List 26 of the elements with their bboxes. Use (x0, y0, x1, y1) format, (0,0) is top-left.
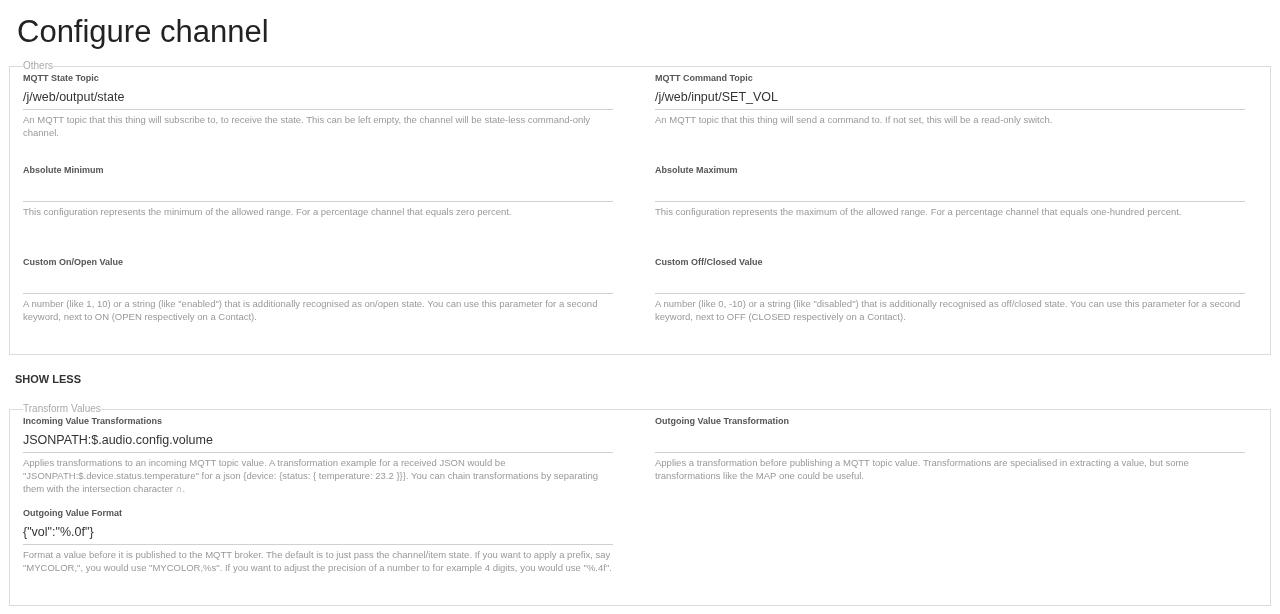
fieldset-legend: Transform Values (23, 403, 101, 415)
input-field[interactable]: JSONPATH:$.audio.config.volume (23, 427, 613, 453)
field-description: This configuration represents the minimum of the allowed range. For a percentage channel that equals zero percent. (23, 205, 513, 218)
field-description: Format a value before it is published to the MQTT broker. The default is to just pass the channel/item state. If you want to apply a prefix, say "MYCOLOR,", you would use "MYCOLOR,%s". If you want to adjust the precision of a number to for example 4 digits, you would use "%.4f". (23, 548, 613, 574)
field-label: Outgoing Value Format (23, 507, 122, 519)
field-description: A number (like 0, -10) or a string (like "disabled") that is additionally recognised as off/closed state. You can use this parameter for a second keyword, next to OFF (CLOSED respectively on a Contact). (655, 297, 1242, 323)
show-less-button[interactable]: SHOW LESS (15, 366, 81, 392)
field-description: An MQTT topic that this thing will subscribe to, to receive the state. This can be left empty, the channel will be state-less command-only channel. (23, 113, 592, 139)
page-title: Configure channel (16, 13, 270, 51)
field-label: MQTT Command Topic (655, 72, 753, 84)
field-label: MQTT State Topic (23, 72, 99, 84)
field-label: Custom Off/Closed Value (655, 256, 763, 268)
field-label: Custom On/Open Value (23, 256, 123, 268)
field-description: A number (like 1, 10) or a string (like "enabled") that is additionally recognised as on/open state. You can use this parameter for a second keyword, next to ON (OPEN respectively on a Contact). (23, 297, 599, 323)
input-field[interactable]: /j/web/input/SET_VOL (655, 84, 1245, 110)
field-label: Absolute Minimum (23, 164, 104, 176)
field-label: Incoming Value Transformations (23, 415, 163, 427)
field-label: Absolute Maximum (655, 164, 738, 176)
input-field[interactable]: {"vol":"%.0f"} (23, 519, 613, 545)
field-description: This configuration represents the maximum of the allowed range. For a percentage channel that equals one-hundred percent. (655, 205, 1183, 218)
field-label: Outgoing Value Transformation (655, 415, 789, 427)
field-description: An MQTT topic that this thing will send a command to. If not set, this will be a read-only switch. (655, 113, 1054, 126)
field-description: Applies transformations to an incoming MQTT topic value. A transformation example for a received JSON would be "JSONPATH:$.device.status.temperature" for a json {device: {status: { temperature: 23.2 }}}. You can chain transformations by separating them with the intersection character ∩. (23, 456, 600, 495)
fieldset-legend: Others (23, 60, 53, 72)
input-field[interactable]: /j/web/output/state (23, 84, 613, 110)
field-description: Applies a transformation before publishing a MQTT topic value. Transformations are specialised in extracting a value, but some transformations like the MAP one could be useful. (655, 456, 1190, 482)
